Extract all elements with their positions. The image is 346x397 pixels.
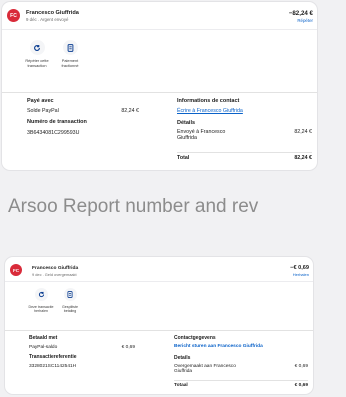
contact-details-section: Contactgegevens Bericht sturen aan Franc…	[174, 335, 308, 374]
avatar: FC	[10, 264, 22, 276]
transaction-header: FC Francesco Giuffrida 9 déc . Argent en…	[2, 2, 317, 30]
transaction-header: FC Francesco Giuffrida 9 dec . Geld over…	[5, 257, 313, 282]
repeat-transaction-button[interactable]: Répéter cette transaction	[20, 40, 54, 69]
total-label: Totaal	[174, 383, 188, 388]
repeat-link[interactable]: Répéter	[297, 18, 313, 23]
paid-with-heading: Payé avec	[27, 98, 54, 104]
contact-details-section: Informations de contact Écrire à Frances…	[177, 98, 312, 141]
repeat-transaction-label: Deze transactie herhalen	[28, 305, 54, 314]
repeat-icon	[34, 288, 48, 301]
split-payment-button[interactable]: Paiement fractionné	[53, 40, 87, 69]
split-payment-label: Paiement fractionné	[61, 58, 79, 68]
divider	[5, 330, 313, 331]
total-divider	[174, 380, 308, 381]
transaction-id: 3328021SC1142541H	[29, 364, 77, 369]
contact-heading: Contactgegevens	[174, 335, 216, 341]
split-icon	[62, 40, 78, 55]
paid-with-heading: Betaald met	[29, 335, 58, 341]
split-payment-button[interactable]: Gesplitste betaling	[56, 288, 84, 314]
payment-source: Solde PayPal	[27, 108, 59, 114]
avatar: FC	[7, 9, 20, 22]
total-label: Total	[177, 155, 190, 161]
details-label: Envoyé à Francesco Giuffrida	[177, 129, 226, 141]
transaction-card-nl: FC Francesco Giuffrida 9 dec . Geld over…	[5, 257, 313, 394]
recipient-name: Francesco Giuffrida	[26, 10, 79, 16]
details-heading: Details	[174, 355, 191, 361]
divider	[2, 92, 317, 93]
transaction-card-fr: FC Francesco Giuffrida 9 déc . Argent en…	[2, 2, 317, 170]
split-payment-label: Gesplitste betaling	[62, 305, 78, 314]
total-divider	[177, 152, 312, 153]
payment-source: PayPal-saldo	[29, 345, 58, 350]
transaction-id-heading: Transactiereferentie	[29, 354, 77, 360]
repeat-link[interactable]: Herhalen	[293, 272, 309, 277]
total-row: Totaal € 0,69	[174, 383, 308, 388]
transaction-amount: −82,24 €	[288, 10, 313, 17]
transaction-amount: −€ 0,69	[290, 265, 309, 271]
write-to-contact-link[interactable]: Écrire à Francesco Giuffrida	[177, 108, 312, 114]
contact-heading: Informations de contact	[177, 98, 240, 104]
repeat-transaction-label: Répéter cette transaction	[25, 58, 49, 68]
recipient-name: Francesco Giuffrida	[32, 266, 79, 271]
payment-amount: 82,24 €	[121, 108, 139, 114]
transaction-id-heading: Numéro de transaction	[27, 119, 87, 125]
details-value: 82,24 €	[294, 129, 312, 135]
repeat-icon	[29, 40, 45, 55]
send-message-link[interactable]: Bericht sturen aan Francesco Giuffrida	[174, 344, 308, 349]
total-value: 82,24 €	[294, 155, 312, 161]
payment-method-section: Payé avec Solde PayPal 82,24 € Numéro de…	[27, 98, 139, 136]
total-value: € 0,69	[294, 383, 308, 388]
repeat-transaction-button[interactable]: Deze transactie herhalen	[27, 288, 55, 314]
total-row: Total 82,24 €	[177, 155, 312, 161]
split-icon	[63, 288, 77, 301]
details-label: Overgemaakt aan Francesco Giuffrida	[174, 364, 236, 374]
transaction-subtitle: 9 dec . Geld overgemaakt	[32, 272, 77, 277]
transaction-id: 3B6434081C299593U	[27, 130, 80, 136]
overlay-caption: Arsoo Report number and rev	[8, 196, 259, 217]
details-value: € 0,69	[294, 364, 308, 369]
details-heading: Détails	[177, 120, 196, 126]
transaction-subtitle: 9 déc . Argent envoyé	[26, 17, 69, 22]
payment-method-section: Betaald met PayPal-saldo € 0,69 Transact…	[29, 335, 135, 369]
payment-amount: € 0,69	[121, 345, 135, 350]
